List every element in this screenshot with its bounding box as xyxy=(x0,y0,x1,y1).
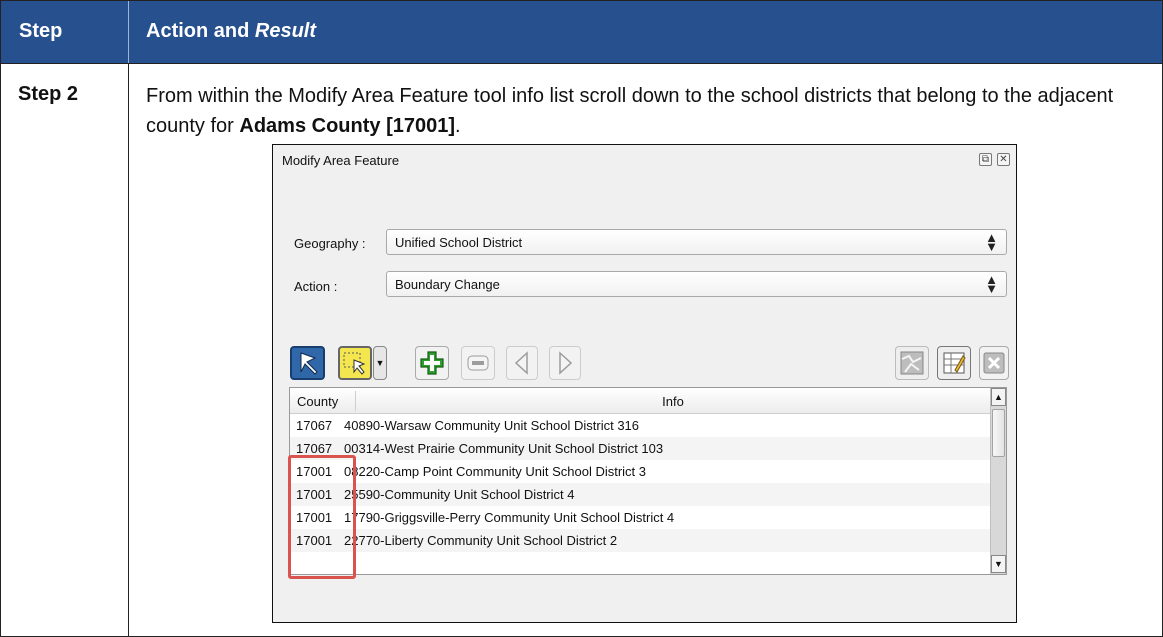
step-label: Step 2 xyxy=(18,83,79,105)
info-list[interactable]: County Info 17067 40890-Warsaw Community… xyxy=(289,387,1007,575)
remove-button[interactable] xyxy=(461,346,495,380)
clear-button[interactable] xyxy=(979,346,1009,380)
add-button[interactable] xyxy=(415,346,449,380)
chevron-down-icon: ▼ xyxy=(375,358,385,368)
rectangle-select-button[interactable] xyxy=(338,346,372,380)
column-info[interactable]: Info xyxy=(356,394,990,409)
select-feature-button[interactable] xyxy=(290,346,325,380)
table-edit-icon xyxy=(943,352,966,374)
close-icon[interactable]: ✕ xyxy=(997,153,1010,166)
list-item[interactable]: 17067 00314-West Prairie Community Unit … xyxy=(290,437,990,460)
rectangle-select-icon xyxy=(343,352,366,375)
chevron-updown-icon: ▲ ▼ xyxy=(985,272,998,296)
action-select[interactable]: Boundary Change ▲ ▼ xyxy=(386,271,1007,297)
county-cell: 17001 xyxy=(296,464,333,479)
info-cell: 40890-Warsaw Community Unit School Distr… xyxy=(344,418,640,433)
info-cell: 00314-West Prairie Community Unit School… xyxy=(344,441,664,456)
map-icon xyxy=(900,351,924,375)
dialog-titlebar: Modify Area Feature ⧉ ✕ xyxy=(273,145,1016,175)
info-cell: 25590-Community Unit School District 4 xyxy=(344,487,575,502)
list-item[interactable]: 17001 17790-Griggsville-Perry Community … xyxy=(290,506,990,529)
map-edit-button[interactable] xyxy=(895,346,929,380)
list-item[interactable]: 17067 40890-Warsaw Community Unit School… xyxy=(290,414,990,437)
header-action: Action and Result xyxy=(146,20,317,42)
instruction-table: Step Action and Result Step 2 From withi… xyxy=(0,0,1163,637)
list-item[interactable]: 17001 25590-Community Unit School Distri… xyxy=(290,483,990,506)
step-description: From within the Modify Area Feature tool… xyxy=(146,85,1114,137)
edit-table-button[interactable] xyxy=(937,346,971,380)
county-cell: 17067 xyxy=(296,441,333,456)
list-item[interactable]: 17001 22770-Liberty Community Unit Schoo… xyxy=(290,529,990,552)
county-cell: 17001 xyxy=(296,487,333,502)
info-cell: 17790-Griggsville-Perry Community Unit S… xyxy=(344,510,675,525)
close-box-icon xyxy=(983,352,1005,374)
geography-select[interactable]: Unified School District ▲ ▼ xyxy=(386,229,1007,255)
action-label: Action : xyxy=(294,279,338,294)
table-header: Step Action and Result xyxy=(1,1,1162,63)
list-header: County Info xyxy=(290,388,990,414)
scroll-up-icon[interactable]: ▲ xyxy=(991,388,1006,406)
geography-value: Unified School District xyxy=(395,235,523,250)
county-cell: 17001 xyxy=(296,510,333,525)
previous-button[interactable] xyxy=(506,346,538,380)
header-step: Step xyxy=(19,20,63,42)
triangle-left-icon xyxy=(514,351,528,375)
next-button[interactable] xyxy=(549,346,581,380)
remove-icon xyxy=(467,355,489,371)
triangle-right-icon xyxy=(559,351,573,375)
dialog-title: Modify Area Feature xyxy=(282,153,400,168)
scroll-thumb[interactable] xyxy=(992,409,1005,457)
column-county[interactable]: County xyxy=(297,394,338,409)
cursor-icon xyxy=(300,352,318,375)
county-cell: 17001 xyxy=(296,533,333,548)
modify-area-feature-dialog: Modify Area Feature ⧉ ✕ Geography : Unif… xyxy=(272,144,1017,623)
chevron-updown-icon: ▲ ▼ xyxy=(985,230,998,254)
scroll-down-icon[interactable]: ▼ xyxy=(991,555,1006,573)
vertical-scrollbar[interactable]: ▲ ▼ xyxy=(990,388,1006,574)
float-icon[interactable]: ⧉ xyxy=(979,153,992,166)
action-value: Boundary Change xyxy=(395,277,500,292)
add-icon xyxy=(420,351,444,375)
info-cell: 22770-Liberty Community Unit School Dist… xyxy=(344,533,618,548)
info-cell: 08220-Camp Point Community Unit School D… xyxy=(344,464,647,479)
county-cell: 17067 xyxy=(296,418,333,433)
geography-label: Geography : xyxy=(294,236,366,251)
select-mode-dropdown[interactable]: ▼ xyxy=(373,346,387,380)
list-item[interactable]: 17001 08220-Camp Point Community Unit Sc… xyxy=(290,460,990,483)
